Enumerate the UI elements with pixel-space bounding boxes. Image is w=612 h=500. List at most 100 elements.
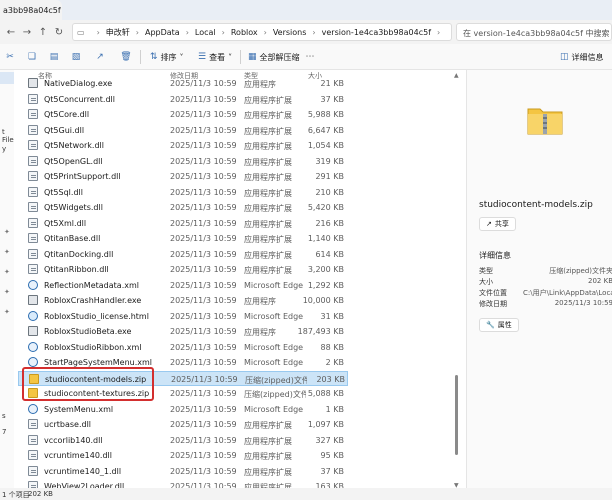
file-row[interactable]: vcruntime140.dll 2025/11/3 10:59 应用程序扩展 95 … [18, 448, 348, 463]
file-name: vccorlib140.dll [44, 435, 103, 445]
file-size: 187,493 KB [297, 327, 344, 336]
address-bar[interactable]: ▭ › 申改轩 › AppData › Local › Roblox › Ver… [72, 23, 452, 41]
file-size: 37 KB [320, 94, 344, 104]
file-date: 2025/11/3 10:59 [170, 125, 237, 135]
file-name: NativeDialog.exe [44, 79, 113, 88]
breadcrumb-roblox[interactable]: Roblox [231, 28, 258, 37]
file-size: 210 KB [315, 187, 344, 197]
file-row[interactable]: Qt5Sql.dll 2025/11/3 10:59 应用程序扩展 210 KB [18, 185, 348, 200]
refresh-icon[interactable]: ↻ [52, 25, 66, 39]
file-name: RobloxCrashHandler.exe [44, 296, 142, 305]
file-date: 2025/11/3 10:59 [170, 451, 237, 460]
exe-file-icon [28, 295, 38, 305]
window-tab[interactable]: a3bb98a04c5f [0, 0, 62, 20]
file-list-scrollbar[interactable]: ▲ ▼ [454, 72, 459, 489]
file-row[interactable]: QtitanRibbon.dll 2025/11/3 10:59 应用程序扩展 3,2… [18, 262, 348, 277]
dll-file-icon [28, 109, 38, 119]
more-icon[interactable]: ⋯ [304, 51, 316, 63]
file-date: 2025/11/3 10:59 [170, 404, 237, 414]
scrollbar-thumb[interactable] [455, 375, 458, 455]
file-row[interactable]: RobloxCrashHandler.exe 2025/11/3 10:59 应用程… [18, 293, 348, 308]
file-row[interactable]: RobloxStudioBeta.exe 2025/11/3 10:59 应用程序 1… [18, 324, 348, 339]
breadcrumb-user[interactable]: 申改轩 [106, 27, 130, 38]
file-size: 3,200 KB [307, 265, 344, 274]
details-button[interactable]: ◫ 详细信息 [560, 50, 604, 64]
file-date: 2025/11/3 10:59 [170, 218, 237, 228]
file-size: 95 KB [320, 451, 344, 460]
file-date: 2025/11/3 10:59 [170, 296, 237, 305]
breadcrumb-local[interactable]: Local [195, 28, 216, 37]
file-date: 2025/11/3 10:59 [171, 374, 238, 384]
file-row[interactable]: WebView2Loader.dll 2025/11/3 10:59 应用程序扩展 1… [18, 479, 348, 488]
details-pane: studiocontent-models.zip ↗ 共享 详细信息 类型 压缩… [466, 70, 612, 488]
copy-icon[interactable]: ❏ [26, 51, 38, 63]
properties-button[interactable]: 🔧 属性 [479, 318, 519, 332]
file-row[interactable]: ucrtbase.dll 2025/11/3 10:59 应用程序扩展 1,097 K… [18, 417, 348, 432]
xml-file-icon [28, 357, 38, 367]
status-bar: 1 个项目 202 KB [0, 488, 612, 500]
breadcrumb-versions[interactable]: Versions [273, 28, 307, 37]
sort-icon: ⇅ [150, 52, 158, 62]
file-row[interactable]: RobloxStudioRibbon.xml 2025/11/3 10:59 Mic… [18, 340, 348, 355]
breadcrumb-version-folder[interactable]: version-1e4ca3bb98a04c5f [322, 28, 431, 37]
file-row[interactable]: QtitanDocking.dll 2025/11/3 10:59 应用程序扩展 61… [18, 247, 348, 262]
file-row[interactable]: Qt5Xml.dll 2025/11/3 10:59 应用程序扩展 216 KB [18, 216, 348, 231]
file-date: 2025/11/3 10:59 [170, 358, 237, 367]
search-input[interactable]: 在 version-1e4ca3bb98a04c5f 中搜索 [456, 23, 612, 41]
file-row[interactable]: NativeDialog.exe 2025/11/3 10:59 应用程序 21 KB [18, 76, 348, 91]
nav-item-label[interactable]: y [2, 145, 6, 153]
file-row[interactable]: ReflectionMetadata.xml 2025/11/3 10:59 Mic… [18, 278, 348, 293]
extract-all-button[interactable]: ▦ 全部解压缩 [248, 50, 300, 64]
paste-icon[interactable]: ▤ [48, 51, 60, 63]
prop-label: 类型 [479, 267, 493, 275]
share-icon[interactable]: ↗ [94, 51, 106, 63]
file-row[interactable]: QtitanBase.dll 2025/11/3 10:59 应用程序扩展 1,140… [18, 231, 348, 246]
file-row[interactable]: RobloxStudio_license.html 2025/11/3 10:59… [18, 309, 348, 324]
file-size: 216 KB [315, 218, 344, 228]
chevron-down-icon: ˅ [228, 52, 233, 62]
nav-item-label[interactable]: 7 [2, 428, 6, 436]
share-button[interactable]: ↗ 共享 [479, 217, 516, 231]
file-date: 2025/11/3 10:59 [170, 94, 237, 104]
cut-icon[interactable]: ✂ [4, 51, 16, 63]
forward-icon[interactable]: → [20, 25, 34, 39]
breadcrumb-appdata[interactable]: AppData [145, 28, 180, 37]
file-size: 1,292 KB [307, 280, 344, 290]
sort-button[interactable]: ⇅ 排序 ˅ [150, 50, 184, 64]
nav-selected-item[interactable] [0, 72, 14, 84]
dll-file-icon [28, 248, 38, 259]
file-row[interactable]: Qt5Widgets.dll 2025/11/3 10:59 应用程序扩展 5,420… [18, 200, 348, 215]
nav-item-label[interactable]: t File [2, 128, 14, 144]
view-button[interactable]: ☰ 查看 ˅ [198, 50, 232, 64]
file-row[interactable]: Qt5Core.dll 2025/11/3 10:59 应用程序扩展 5,988 KB [18, 107, 348, 122]
file-date: 2025/11/3 10:59 [170, 280, 237, 290]
nav-item-label[interactable]: s [2, 412, 6, 420]
dll-file-icon [28, 217, 38, 228]
file-date: 2025/11/3 10:59 [170, 327, 237, 336]
file-row[interactable]: SystemMenu.xml 2025/11/3 10:59 Microsoft E… [18, 402, 348, 417]
dll-file-icon [28, 434, 38, 445]
chevron-right-icon: › [437, 27, 441, 37]
properties-icon: 🔧 [486, 321, 495, 329]
file-row[interactable]: Qt5PrintSupport.dll 2025/11/3 10:59 应用程序扩展… [18, 169, 348, 184]
prop-label: 修改日期 [479, 300, 507, 308]
file-name: Qt5Xml.dll [44, 218, 87, 228]
file-row[interactable]: vccorlib140.dll 2025/11/3 10:59 应用程序扩展 327 … [18, 433, 348, 448]
delete-icon[interactable]: 🗑 [120, 51, 132, 63]
file-size: 291 KB [315, 172, 344, 181]
back-icon[interactable]: ← [4, 25, 18, 39]
file-row[interactable]: Qt5Gui.dll 2025/11/3 10:59 应用程序扩展 6,647 KB [18, 123, 348, 138]
file-name: QtitanDocking.dll [44, 249, 114, 259]
file-row[interactable]: Qt5Concurrent.dll 2025/11/3 10:59 应用程序扩展 37… [18, 92, 348, 107]
scroll-up-icon[interactable]: ▲ [454, 72, 459, 79]
zip-folder-icon [527, 108, 563, 135]
file-date: 2025/11/3 10:59 [170, 435, 237, 445]
file-row[interactable]: vcruntime140_1.dll 2025/11/3 10:59 应用程序扩展 3… [18, 464, 348, 479]
rename-icon[interactable]: ▧ [70, 51, 82, 63]
file-row[interactable]: Qt5Network.dll 2025/11/3 10:59 应用程序扩展 1,054… [18, 138, 348, 153]
up-icon[interactable]: ↑ [36, 25, 50, 39]
exe-file-icon [28, 78, 38, 88]
file-row[interactable]: Qt5OpenGL.dll 2025/11/3 10:59 应用程序扩展 319 KB [18, 154, 348, 169]
file-size: 6,647 KB [307, 125, 344, 135]
pin-icon: ✦ [4, 288, 10, 296]
